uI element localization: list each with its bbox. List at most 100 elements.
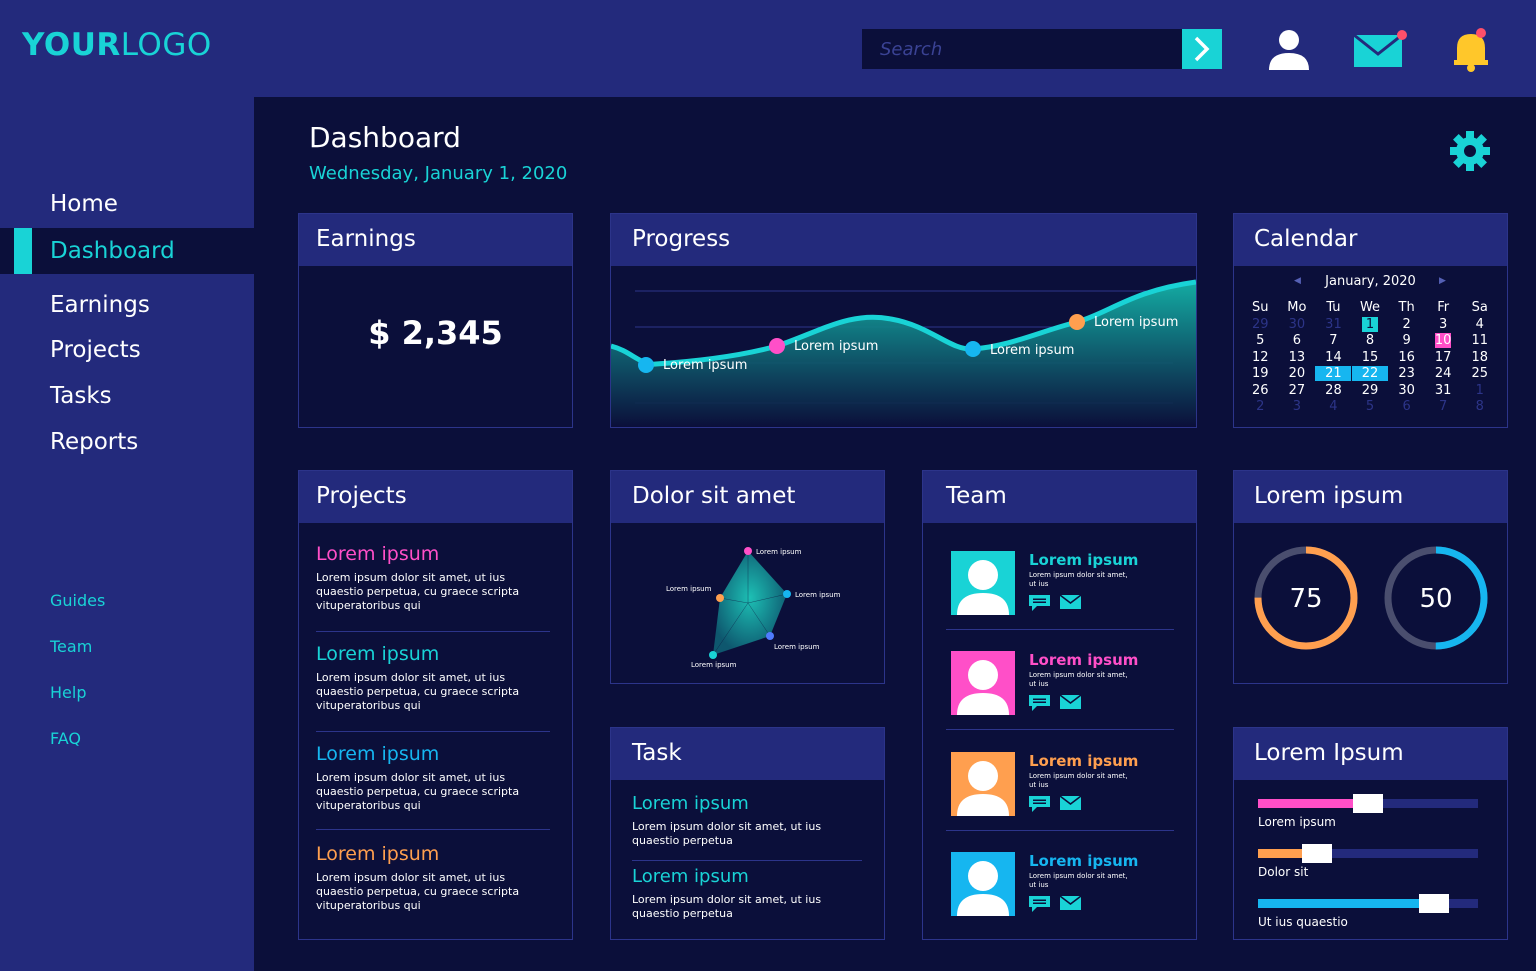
sidebar-item-reports[interactable]: Reports [0, 419, 254, 465]
bell-icon[interactable] [1448, 26, 1494, 72]
calendar-day[interactable]: 24 [1425, 366, 1462, 383]
sidebar-item-projects[interactable]: Projects [0, 327, 254, 373]
search-input[interactable] [862, 29, 1182, 69]
team-member[interactable]: Lorem ipsum Lorem ipsum dolor sit amet, u… [951, 752, 1176, 818]
calendar-day[interactable]: 4 [1461, 317, 1498, 334]
calendar-day[interactable]: 5 [1242, 333, 1279, 350]
sidebar-item-tasks[interactable]: Tasks [0, 373, 254, 419]
calendar-day[interactable]: 10 [1425, 333, 1462, 350]
calendar-day[interactable]: 4 [1315, 399, 1352, 416]
project-item[interactable]: Lorem ipsum Lorem ipsum dolor sit amet, … [316, 643, 552, 713]
calendar-day[interactable]: 17 [1425, 350, 1462, 367]
avatar[interactable] [951, 551, 1015, 615]
radar-point[interactable] [766, 632, 774, 640]
chat-icon[interactable] [1029, 796, 1050, 812]
radar-point[interactable] [709, 651, 717, 659]
chat-icon[interactable] [1029, 595, 1050, 611]
radar-point[interactable] [744, 547, 752, 555]
calendar-day[interactable]: 3 [1425, 317, 1462, 334]
radar-label: Lorem ipsum [691, 661, 737, 669]
calendar-day[interactable]: 9 [1388, 333, 1425, 350]
task-item[interactable]: Lorem ipsum Lorem ipsum dolor sit amet, … [632, 866, 862, 921]
sidebar-item-earnings[interactable]: Earnings [0, 282, 254, 328]
slider-track[interactable] [1258, 894, 1478, 913]
calendar-day[interactable]: 13 [1279, 350, 1316, 367]
task-item[interactable]: Lorem ipsum Lorem ipsum dolor sit amet, … [632, 793, 862, 848]
avatar[interactable] [951, 852, 1015, 916]
calendar-day[interactable]: 2 [1388, 317, 1425, 334]
calendar-day[interactable]: 11 [1461, 333, 1498, 350]
calendar-day[interactable]: 1 [1352, 316, 1389, 334]
calendar-day[interactable]: 3 [1279, 399, 1316, 416]
calendar-day[interactable]: 15 [1352, 350, 1389, 367]
sidebar-item-home[interactable]: Home [0, 181, 254, 227]
project-item[interactable]: Lorem ipsum Lorem ipsum dolor sit amet, … [316, 543, 552, 613]
calendar-day[interactable]: 6 [1388, 399, 1425, 416]
sidebar-link-guides[interactable]: Guides [50, 591, 105, 610]
progress-point[interactable] [965, 341, 981, 357]
mail-icon[interactable] [1352, 26, 1408, 72]
sidebar-link-help[interactable]: Help [50, 683, 86, 702]
team-member[interactable]: Lorem ipsum Lorem ipsum dolor sit amet, u… [951, 651, 1176, 717]
calendar-day[interactable]: 26 [1242, 383, 1279, 400]
progress-point[interactable] [769, 338, 785, 354]
team-member[interactable]: Lorem ipsum Lorem ipsum dolor sit amet, u… [951, 551, 1176, 617]
calendar-day[interactable]: 2 [1242, 399, 1279, 416]
calendar-day[interactable]: 27 [1279, 383, 1316, 400]
calendar-day[interactable]: 8 [1352, 333, 1389, 350]
calendar-day[interactable]: 31 [1425, 383, 1462, 400]
slider-handle[interactable] [1353, 794, 1383, 813]
radar-point[interactable] [716, 594, 724, 602]
calendar-day[interactable]: 18 [1461, 350, 1498, 367]
next-month-icon[interactable]: ▶ [1439, 276, 1446, 286]
calendar-day[interactable]: 5 [1352, 399, 1389, 416]
project-item[interactable]: Lorem ipsum Lorem ipsum dolor sit amet, … [316, 843, 552, 913]
calendar-day-number: 4 [1475, 316, 1484, 332]
mail-icon[interactable] [1060, 796, 1081, 810]
calendar-day[interactable]: 31 [1315, 317, 1352, 334]
slider-track[interactable] [1258, 844, 1478, 863]
avatar[interactable] [951, 651, 1015, 715]
slider-handle[interactable] [1302, 844, 1333, 863]
progress-point[interactable] [638, 357, 654, 373]
project-item[interactable]: Lorem ipsum Lorem ipsum dolor sit amet, … [316, 743, 552, 813]
radar-chart: Lorem ipsum Lorem ipsum Lorem ipsum Lore… [666, 547, 841, 669]
radar-point[interactable] [783, 590, 791, 598]
calendar-day[interactable]: 12 [1242, 350, 1279, 367]
user-icon[interactable] [1266, 26, 1312, 72]
chat-icon[interactable] [1029, 695, 1050, 711]
calendar-day[interactable]: 14 [1315, 350, 1352, 367]
calendar-day[interactable]: 22 [1352, 366, 1389, 383]
progress-point[interactable] [1069, 314, 1085, 330]
sidebar-link-team[interactable]: Team [50, 637, 92, 656]
calendar-day[interactable]: 30 [1279, 317, 1316, 334]
team-member[interactable]: Lorem ipsum Lorem ipsum dolor sit amet, u… [951, 852, 1176, 918]
calendar-day[interactable]: 29 [1242, 317, 1279, 334]
calendar-day[interactable]: 25 [1461, 366, 1498, 383]
mail-icon[interactable] [1060, 595, 1081, 609]
chat-icon[interactable] [1029, 896, 1050, 912]
calendar-day[interactable]: 16 [1388, 350, 1425, 367]
calendar-day[interactable]: 28 [1315, 383, 1352, 400]
calendar-day[interactable]: 7 [1425, 399, 1462, 416]
calendar-day[interactable]: 8 [1461, 399, 1498, 416]
calendar-day[interactable]: 6 [1279, 333, 1316, 350]
calendar-day[interactable]: 19 [1242, 366, 1279, 383]
mail-icon[interactable] [1060, 896, 1081, 910]
slider-handle[interactable] [1419, 894, 1449, 913]
sidebar-item-dashboard[interactable]: Dashboard [0, 228, 254, 274]
mail-icon[interactable] [1060, 695, 1081, 709]
sidebar-link-faq[interactable]: FAQ [50, 729, 81, 748]
calendar-day[interactable]: 30 [1388, 383, 1425, 400]
search-button[interactable] [1182, 29, 1222, 69]
calendar-day[interactable]: 20 [1279, 366, 1316, 383]
calendar-day[interactable]: 29 [1352, 383, 1389, 400]
logo[interactable]: YOURLOGO [22, 27, 212, 63]
avatar[interactable] [951, 752, 1015, 816]
calendar-day[interactable]: 7 [1315, 333, 1352, 350]
calendar-day[interactable]: 1 [1461, 383, 1498, 400]
slider-track[interactable] [1258, 794, 1478, 813]
calendar-day[interactable]: 23 [1388, 366, 1425, 383]
calendar-day[interactable]: 21 [1315, 366, 1352, 383]
gear-icon[interactable] [1449, 130, 1491, 172]
